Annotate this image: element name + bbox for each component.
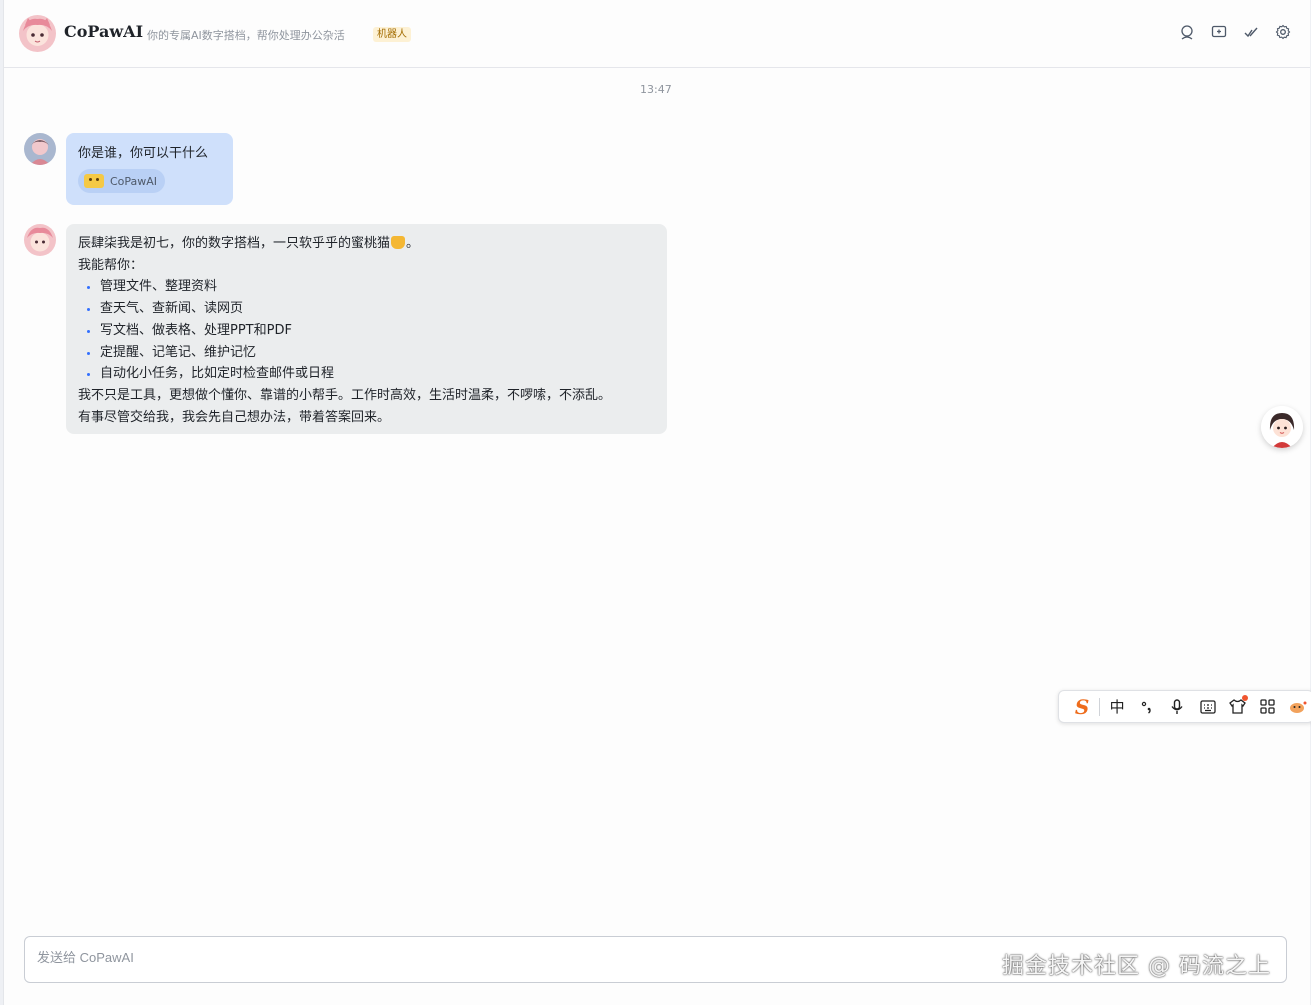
notification-dot (1241, 695, 1248, 701)
watermark: 掘金技术社区 @ 码流之上 (1002, 954, 1271, 979)
keyboard-button[interactable] (1192, 691, 1222, 722)
mic-button[interactable] (1162, 691, 1192, 722)
bot-intro-end: 。 (406, 236, 420, 251)
chat-window: CoPawAI 你的专属AI数字搭档，帮你处理办公杂活 机器人 13:47 你是… (3, 0, 1311, 1005)
check-icon (1244, 27, 1258, 38)
bot-emoji-icon (84, 174, 104, 188)
settings-icon (1275, 24, 1291, 40)
skin-icon (1229, 699, 1247, 714)
ime-separator (1099, 697, 1101, 716)
add-chat-icon (1211, 25, 1227, 38)
capability-list: 管理文件、整理资料 查天气、查新闻、读网页 写文档、做表格、处理PPT和PDF … (78, 276, 655, 385)
bot-name: CoPawAI (64, 22, 144, 41)
floating-assistant-avatar[interactable] (1261, 406, 1303, 448)
ime-logo-icon[interactable]: S (1067, 691, 1097, 722)
search-button[interactable] (1178, 23, 1196, 41)
mascot-icon (1289, 701, 1307, 713)
settings-button[interactable] (1274, 23, 1292, 41)
message-timestamp: 13:47 (640, 83, 672, 96)
bot-message-avatar[interactable] (24, 224, 56, 256)
list-item: 管理文件、整理资料 (78, 276, 655, 298)
bot-intro-text: 辰肆柒我是初七，你的数字搭档，一只软乎乎的蜜桃猫 (78, 236, 391, 251)
keyboard-icon (1199, 699, 1216, 714)
add-chat-button[interactable] (1210, 23, 1228, 41)
list-item: 写文档、做表格、处理PPT和PDF (78, 320, 655, 342)
skin-button[interactable] (1223, 691, 1253, 722)
cat-emoji-icon (391, 236, 406, 249)
list-item: 查天气、查新闻、读网页 (78, 298, 655, 320)
mention-label: CoPawAI (110, 174, 158, 188)
ime-toolbar: S 中 (1058, 690, 1311, 723)
bot-line-closing: 有事尽管交给我，我会先自己想办法，带着答案回来。 (78, 409, 391, 425)
user-message-bubble: 你是谁，你可以干什么 CoPawAI (66, 133, 233, 205)
chat-header: CoPawAI 你的专属AI数字搭档，帮你处理办公杂活 机器人 (4, 0, 1310, 68)
mic-icon (1171, 698, 1183, 714)
user-message-text: 你是谁，你可以干什么 (78, 146, 209, 161)
message-input[interactable] (37, 950, 937, 965)
apps-icon (1260, 699, 1275, 714)
punctuation-button[interactable] (1132, 691, 1162, 722)
bot-message-bubble: 辰肆柒我是初七，你的数字搭档，一只软乎乎的蜜桃猫。 我能帮你： 管理文件、整理资… (66, 224, 667, 434)
bot-avatar[interactable] (19, 15, 56, 52)
bot-line-intro: 辰肆柒我是初七，你的数字搭档，一只软乎乎的蜜桃猫。 (78, 233, 655, 255)
punctuation-icon (1142, 701, 1151, 714)
header-actions (1178, 23, 1292, 41)
bot-line-personality: 我不只是工具，更想做个懂你、靠谱的小帮手。工作时高效，生活时温柔，不啰嗦，不添乱… (78, 387, 612, 403)
bot-description: 你的专属AI数字搭档，帮你处理办公杂活 (147, 29, 345, 42)
mention-chip[interactable]: CoPawAI (78, 169, 166, 193)
bot-tag-badge: 机器人 (373, 27, 411, 42)
ime-mode-toggle[interactable]: 中 (1102, 691, 1132, 722)
apps-button[interactable] (1253, 691, 1283, 722)
user-avatar[interactable] (24, 133, 56, 165)
bot-line-can-help: 我能帮你： (78, 257, 144, 273)
list-item: 定提醒、记笔记、维护记忆 (78, 342, 655, 364)
check-button[interactable] (1242, 23, 1260, 41)
mascot-button[interactable] (1283, 691, 1311, 722)
list-item: 自动化小任务，比如定时检查邮件或日程 (78, 363, 655, 385)
search-icon (1181, 25, 1193, 40)
